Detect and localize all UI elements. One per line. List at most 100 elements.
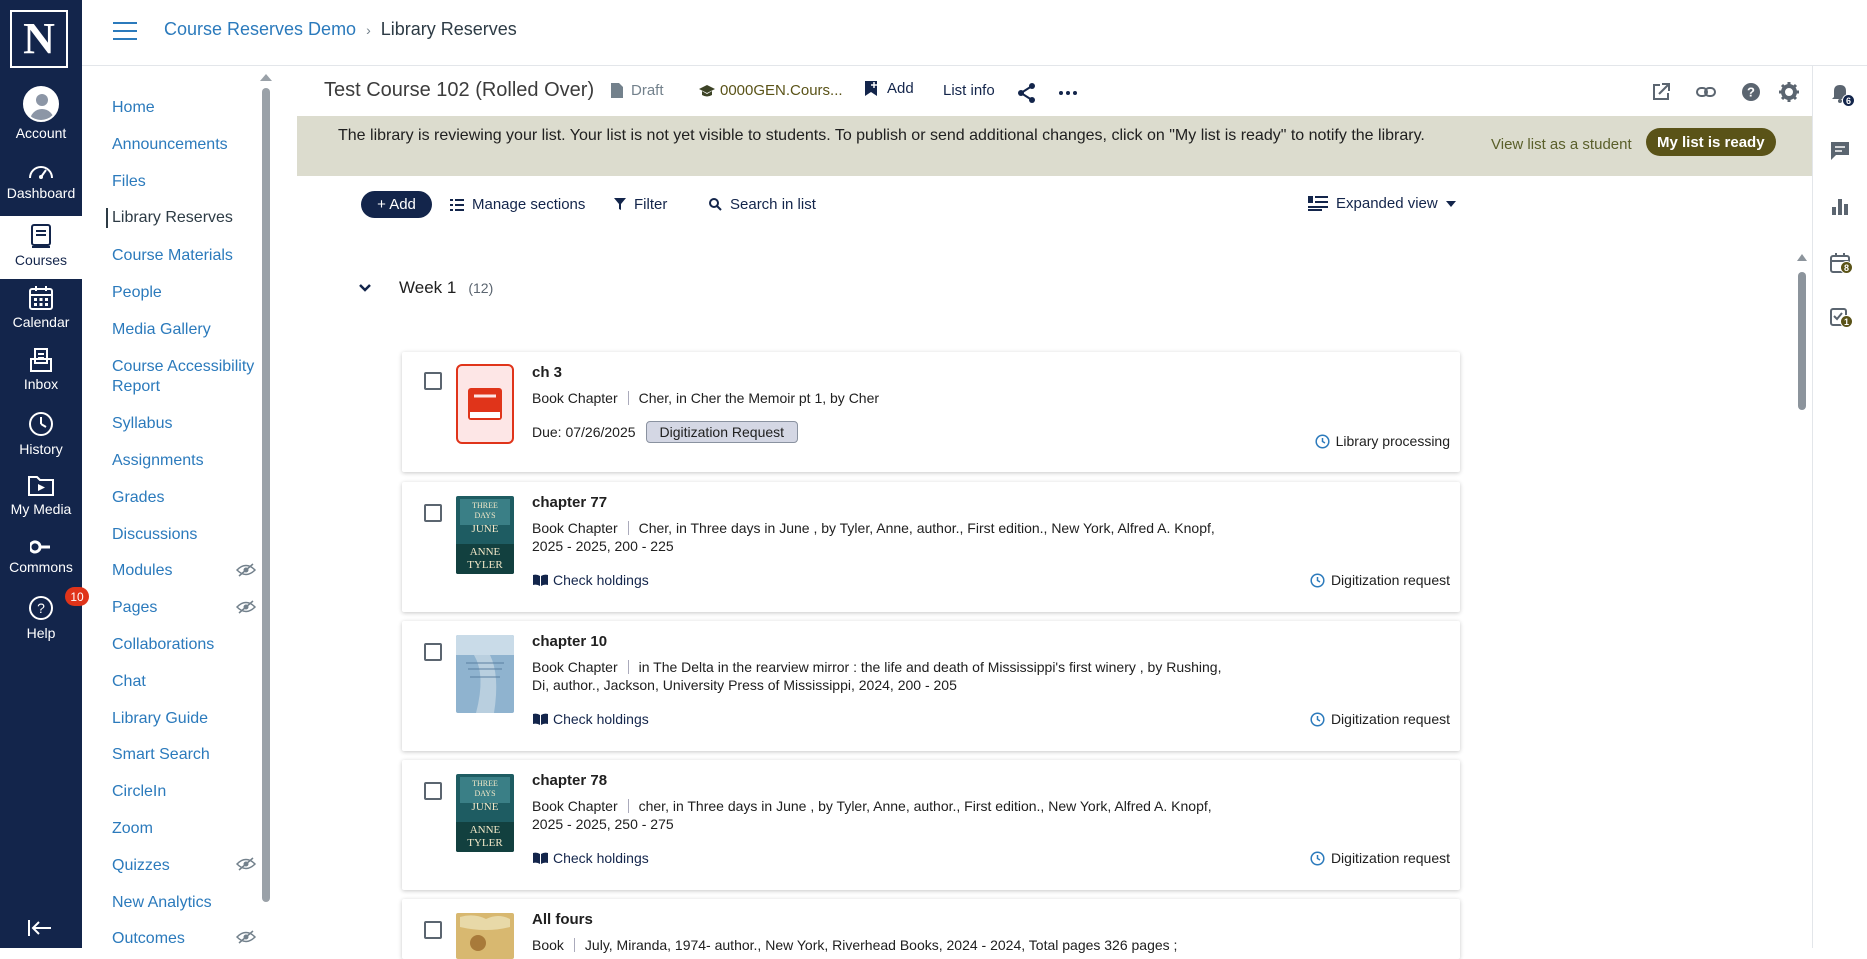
book-icon xyxy=(31,224,51,248)
link-icon[interactable] xyxy=(1695,81,1717,103)
item-checkbox[interactable] xyxy=(424,372,442,390)
section-header-week-1[interactable]: Week 1 (12) xyxy=(359,278,493,298)
course-nav-assignments[interactable]: Assignments xyxy=(112,451,204,471)
course-nav-quizzes[interactable]: Quizzes xyxy=(112,856,170,876)
notifications-badge: 6 xyxy=(1842,94,1855,107)
search-in-list-button[interactable]: Search in list xyxy=(709,196,816,213)
help-circle-icon[interactable]: ? xyxy=(1740,81,1762,103)
item-status: Digitization request xyxy=(1310,850,1450,866)
open-external-icon[interactable] xyxy=(1650,81,1672,103)
course-nav-library-guide[interactable]: Library Guide xyxy=(112,709,208,729)
global-nav-my-media[interactable]: My Media xyxy=(0,472,82,517)
breadcrumb-course-link[interactable]: Course Reserves Demo xyxy=(164,19,356,40)
course-nav-discussions[interactable]: Discussions xyxy=(112,525,197,545)
course-nav-zoom[interactable]: Zoom xyxy=(112,819,153,839)
list-item[interactable]: THREE DAYS JUNE ANNE TYLER chapter 78 Bo… xyxy=(402,760,1460,890)
my-list-ready-button[interactable]: My list is ready xyxy=(1646,128,1776,156)
global-nav-account[interactable]: Account xyxy=(0,86,82,141)
check-holdings-link[interactable]: Check holdings xyxy=(532,850,649,866)
inbox-icon xyxy=(30,348,52,372)
more-options-icon[interactable] xyxy=(1057,82,1079,104)
course-nav-announcements[interactable]: Announcements xyxy=(112,135,228,155)
course-nav-media-gallery[interactable]: Media Gallery xyxy=(112,320,211,340)
course-nav-pages[interactable]: Pages xyxy=(112,598,157,618)
course-nav-modules[interactable]: Modules xyxy=(112,561,172,581)
item-title[interactable]: All fours xyxy=(532,911,593,928)
course-nav-library-reserves[interactable]: Library Reserves xyxy=(106,208,233,228)
course-nav-home[interactable]: Home xyxy=(112,98,155,118)
comment-icon[interactable] xyxy=(1829,140,1851,162)
tasks-button[interactable]: 1 xyxy=(1829,306,1853,328)
course-nav-circlein[interactable]: CircleIn xyxy=(112,782,166,802)
notifications-button[interactable]: 6 xyxy=(1829,82,1855,107)
item-checkbox[interactable] xyxy=(424,643,442,661)
svg-text:ANNE: ANNE xyxy=(470,824,501,836)
item-title[interactable]: chapter 10 xyxy=(532,633,607,650)
manage-sections-button[interactable]: Manage sections xyxy=(450,196,585,213)
university-logo[interactable]: N xyxy=(10,10,68,68)
list-scroll-up[interactable] xyxy=(1797,254,1807,261)
svg-text:TYLER: TYLER xyxy=(467,837,503,849)
course-nav-smart-search[interactable]: Smart Search xyxy=(112,745,210,765)
svg-text:THREE: THREE xyxy=(472,779,498,788)
list-item[interactable]: THREE DAYS JUNE ANNE TYLER chapter 77 Bo… xyxy=(402,482,1460,612)
draft-status[interactable]: Draft xyxy=(610,82,664,99)
course-menu-toggle-icon[interactable] xyxy=(113,22,137,46)
share-icon[interactable] xyxy=(1016,82,1038,104)
section-count: (12) xyxy=(468,280,494,296)
course-nav-outcomes[interactable]: Outcomes xyxy=(112,929,185,949)
item-checkbox[interactable] xyxy=(424,504,442,522)
course-nav-course-materials[interactable]: Course Materials xyxy=(112,246,233,266)
course-nav-collaborations[interactable]: Collaborations xyxy=(112,635,214,655)
media-folder-icon xyxy=(28,476,54,496)
list-item[interactable]: chapter 10 Book Chapter in The Delta in t… xyxy=(402,621,1460,751)
calendar-events-button[interactable]: 8 xyxy=(1829,252,1853,274)
svg-text:ANNE: ANNE xyxy=(470,546,501,558)
course-nav-syllabus[interactable]: Syllabus xyxy=(112,414,172,434)
list-item[interactable]: All fours Book July, Miranda, 1974- autho… xyxy=(402,899,1460,959)
course-code[interactable]: 0000GEN.Cours... xyxy=(698,82,843,99)
course-nav-new-analytics[interactable]: New Analytics xyxy=(112,893,212,913)
view-as-student-link[interactable]: View list as a student xyxy=(1491,136,1632,153)
item-title[interactable]: ch 3 xyxy=(532,364,562,381)
global-nav-dashboard[interactable]: Dashboard xyxy=(0,160,82,201)
course-nav-chat[interactable]: Chat xyxy=(112,672,146,692)
list-info-button[interactable]: List info xyxy=(943,82,995,99)
global-nav-commons[interactable]: Commons xyxy=(0,538,82,575)
course-nav-grades[interactable]: Grades xyxy=(112,488,164,508)
list-scrollbar[interactable] xyxy=(1798,272,1806,410)
add-item-button[interactable]: + Add xyxy=(361,191,432,218)
check-holdings-link[interactable]: Check holdings xyxy=(532,572,649,588)
settings-gear-icon[interactable] xyxy=(1778,81,1800,103)
header-add-button[interactable]: Add xyxy=(864,80,914,97)
filter-button[interactable]: Filter xyxy=(614,196,667,213)
global-nav-history[interactable]: History xyxy=(0,410,82,457)
item-title[interactable]: chapter 78 xyxy=(532,772,607,789)
global-nav-inbox[interactable]: Inbox xyxy=(0,347,82,392)
open-book-icon xyxy=(533,852,548,864)
dashboard-icon xyxy=(29,166,53,179)
course-nav-files[interactable]: Files xyxy=(112,172,146,192)
item-title[interactable]: chapter 77 xyxy=(532,494,607,511)
bar-chart-icon[interactable] xyxy=(1829,195,1851,217)
item-meta: Book Chapter Cher, in Three days in June … xyxy=(532,520,1215,554)
view-mode-dropdown[interactable]: Expanded view xyxy=(1308,195,1456,212)
list-item[interactable]: ch 3 Book Chapter Cher, in Cher the Memoi… xyxy=(402,352,1460,472)
top-bar: Course Reserves Demo › Library Reserves xyxy=(82,0,1867,66)
course-nav-scroll-up[interactable] xyxy=(260,74,272,81)
course-nav-people[interactable]: People xyxy=(112,283,162,303)
course-nav-accessibility-report[interactable]: Course Accessibility Report xyxy=(112,357,262,397)
check-holdings-link[interactable]: Check holdings xyxy=(532,711,649,727)
global-nav-courses[interactable]: Courses xyxy=(0,216,82,279)
open-book-icon xyxy=(533,574,548,586)
breadcrumb-current: Library Reserves xyxy=(380,19,517,39)
item-checkbox[interactable] xyxy=(424,782,442,800)
collapse-nav-icon[interactable] xyxy=(27,918,53,938)
course-nav-scrollbar[interactable] xyxy=(262,88,270,902)
global-nav-calendar[interactable]: Calendar xyxy=(0,285,82,330)
book-cover-image xyxy=(456,635,514,713)
item-checkbox[interactable] xyxy=(424,921,442,939)
section-name: Week 1 xyxy=(399,278,457,297)
global-nav-help[interactable]: ? 10 Help xyxy=(0,587,89,641)
hidden-eye-icon xyxy=(236,563,256,577)
